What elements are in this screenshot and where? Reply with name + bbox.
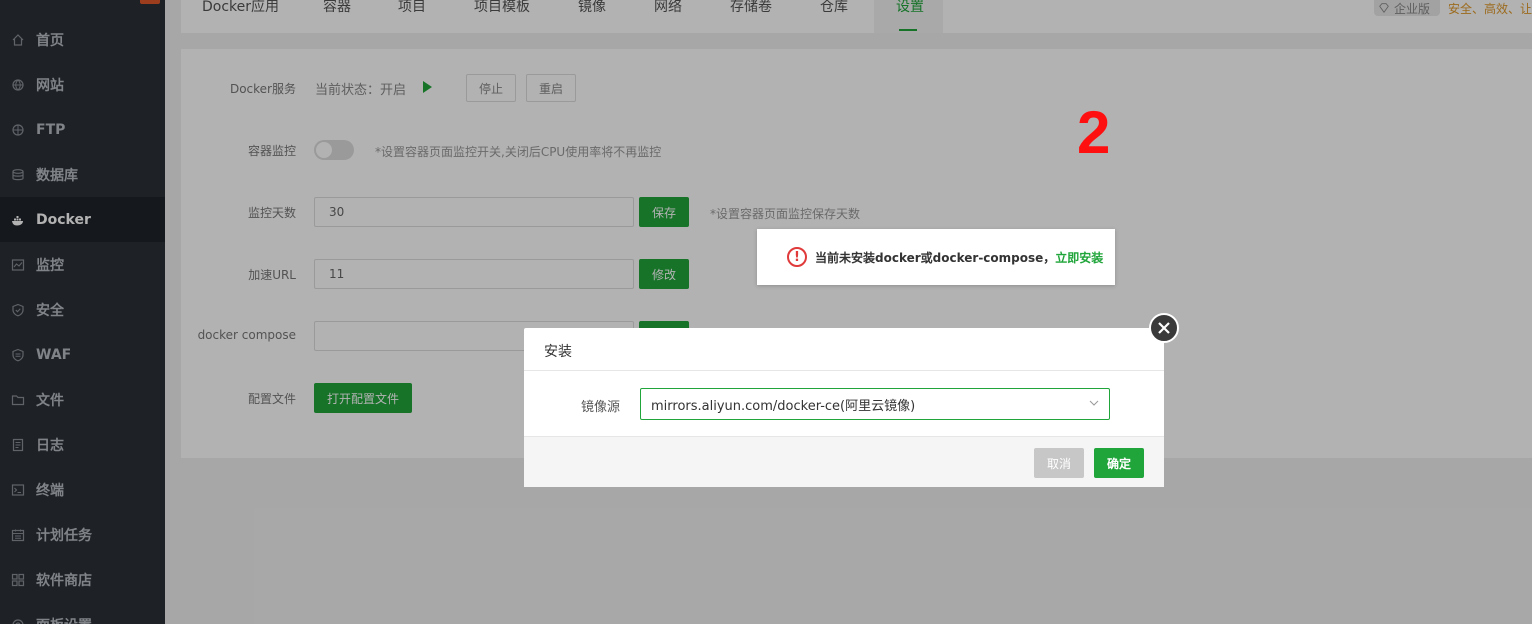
- cancel-button[interactable]: 取消: [1034, 448, 1084, 478]
- close-icon: [1158, 322, 1170, 334]
- dialog-header: 安装: [524, 328, 1164, 371]
- selected-mirror: mirrors.aliyun.com/docker-ce(阿里云镜像): [651, 398, 916, 414]
- dialog-body: 镜像源 mirrors.aliyun.com/docker-ce(阿里云镜像): [524, 371, 1164, 436]
- mirror-source-select[interactable]: mirrors.aliyun.com/docker-ce(阿里云镜像): [640, 388, 1110, 420]
- close-dialog-button[interactable]: [1149, 313, 1179, 343]
- dialog-title: 安装: [544, 344, 572, 360]
- chevron-down-icon: [1089, 400, 1099, 406]
- install-now-link[interactable]: 立即安装: [1055, 249, 1103, 266]
- modal-overlay[interactable]: [0, 0, 1532, 624]
- step-annotation: 2: [1077, 99, 1111, 166]
- mirror-source-label: 镜像源: [580, 400, 620, 415]
- toast-message: 当前未安装docker或docker-compose，: [815, 250, 1056, 265]
- dialog-footer: 取消 确定: [524, 436, 1164, 487]
- install-warning-toast: ! 当前未安装docker或docker-compose， 立即安装: [757, 229, 1115, 285]
- confirm-button[interactable]: 确定: [1094, 448, 1144, 478]
- warning-icon: !: [787, 247, 807, 267]
- install-dialog: 安装 镜像源 mirrors.aliyun.com/docker-ce(阿里云镜…: [524, 328, 1164, 487]
